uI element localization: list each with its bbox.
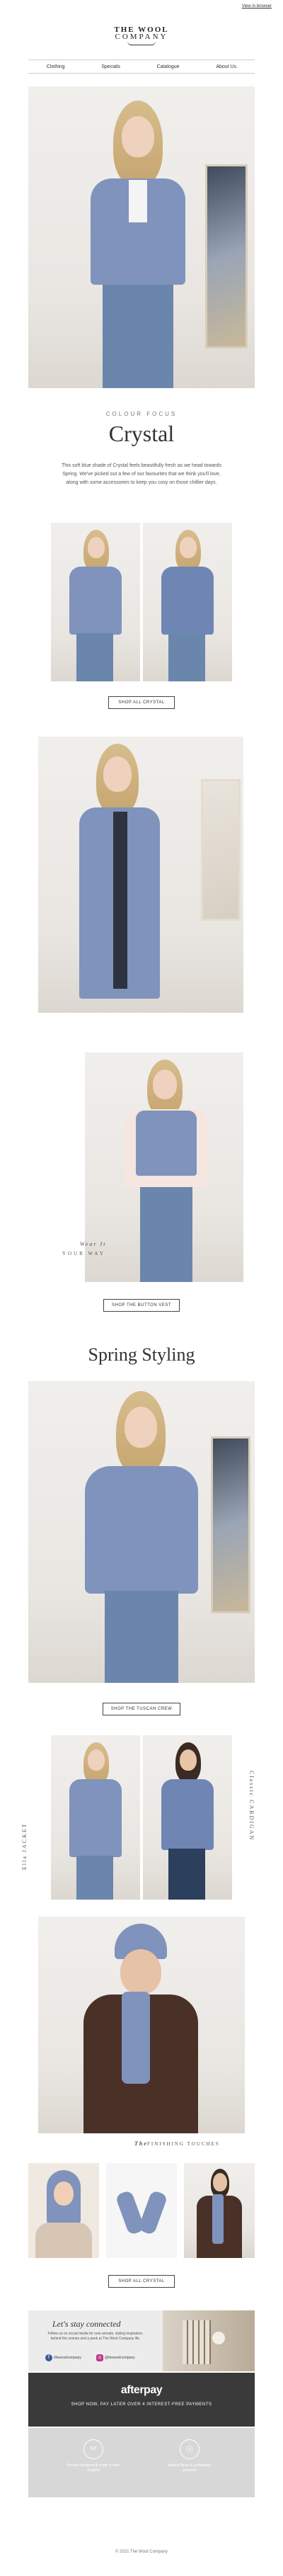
scarf-accessory-image[interactable] bbox=[184, 2163, 255, 2258]
long-cardigan-image[interactable] bbox=[38, 737, 243, 1013]
sustainable-badge-text: Natural fibres & sustainable practices bbox=[168, 2463, 212, 2473]
stay-connected-title: Let's stay connected bbox=[52, 2319, 121, 2329]
brand-logo[interactable]: THE WOOL COMPANY bbox=[0, 25, 283, 45]
hood-accessory-image[interactable] bbox=[28, 2163, 99, 2258]
finishing-script: The bbox=[134, 2140, 148, 2147]
hero-image[interactable] bbox=[28, 86, 255, 388]
nav-catalogue[interactable]: Catalogue bbox=[157, 64, 180, 69]
shop-tuscan-crew-button[interactable]: SHOP THE TUSCAN CREW bbox=[103, 1703, 180, 1715]
wall-artwork-3 bbox=[211, 1436, 250, 1613]
sustainable-badge-icon: ☉ bbox=[180, 2439, 200, 2459]
afterpay-banner[interactable]: afterpay SHOP NOW, PAY LATER OVER 4 INTE… bbox=[28, 2373, 255, 2427]
wall-artwork-2 bbox=[201, 779, 241, 921]
shop-all-crystal-button-2[interactable]: SHOP ALL CRYSTAL bbox=[108, 2275, 175, 2288]
afterpay-logo: afterpay bbox=[120, 2384, 163, 2396]
badges-block: NZ Proudly designed & made in New Zealan… bbox=[28, 2428, 255, 2497]
cosy-photo bbox=[163, 2310, 255, 2371]
ella-jacket-label: Ella JACKET bbox=[21, 1822, 28, 1870]
classic-cardigan-image[interactable] bbox=[143, 1735, 232, 1900]
wear-it-caps: YOUR WAY bbox=[62, 1251, 105, 1256]
crystal-photo-left[interactable] bbox=[51, 523, 140, 681]
spring-styling-title: Spring Styling bbox=[88, 1344, 195, 1365]
finishing-caps: FINISHING TOUCHES bbox=[147, 2141, 220, 2147]
logo-line-2: COMPANY bbox=[115, 33, 168, 41]
nz-badge-text: Proudly designed & made in New Zealand bbox=[67, 2463, 120, 2473]
tuscan-crew-image[interactable] bbox=[28, 1381, 255, 1683]
footer-copyright: © 2021 The Wool Company bbox=[115, 2550, 168, 2554]
beanie-scarf-image[interactable] bbox=[38, 1917, 245, 2133]
facebook-icon[interactable]: f bbox=[45, 2354, 52, 2361]
ella-jacket-image[interactable] bbox=[51, 1735, 140, 1900]
shop-all-crystal-button[interactable]: SHOP ALL CRYSTAL bbox=[108, 696, 175, 709]
wall-artwork bbox=[205, 164, 248, 348]
nav-about-us[interactable]: About Us bbox=[216, 64, 236, 69]
model-figure bbox=[71, 101, 205, 388]
button-vest-image[interactable] bbox=[85, 1052, 243, 1282]
intro-title: Crystal bbox=[108, 421, 175, 446]
instagram-icon[interactable]: ◎ bbox=[96, 2354, 103, 2361]
nav-clothing[interactable]: Clothing bbox=[47, 64, 65, 69]
crystal-photo-right[interactable] bbox=[143, 523, 232, 681]
afterpay-tagline: SHOP NOW, PAY LATER OVER 4 INTEREST-FREE… bbox=[71, 2402, 212, 2407]
view-in-browser-link[interactable]: View in browser bbox=[242, 4, 272, 8]
logo-swoosh bbox=[127, 41, 156, 45]
nz-badge-icon: NZ bbox=[83, 2439, 103, 2459]
stay-connected-block: Let's stay connected Follow us on social… bbox=[28, 2310, 255, 2371]
stay-connected-body: Follow us on social media for new arriva… bbox=[47, 2332, 144, 2341]
intro-body: This soft blue shade of Crystal feels be… bbox=[61, 463, 222, 485]
intro-eyebrow: COLOUR FOCUS bbox=[105, 411, 178, 417]
gloves-accessory-image[interactable] bbox=[106, 2163, 177, 2258]
classic-cardigan-label: Classic CARDIGAN bbox=[248, 1771, 255, 1842]
nav-specials[interactable]: Specials bbox=[101, 64, 120, 69]
wear-it-script: Wear It bbox=[80, 1241, 107, 1247]
facebook-handle[interactable]: /thewoolcompany bbox=[54, 2356, 81, 2360]
instagram-handle[interactable]: @thewoolcompany bbox=[105, 2356, 135, 2360]
shop-button-vest-button[interactable]: SHOP THE BUTTON VEST bbox=[103, 1299, 180, 1312]
main-nav: Clothing Specials Catalogue About Us bbox=[28, 59, 255, 74]
